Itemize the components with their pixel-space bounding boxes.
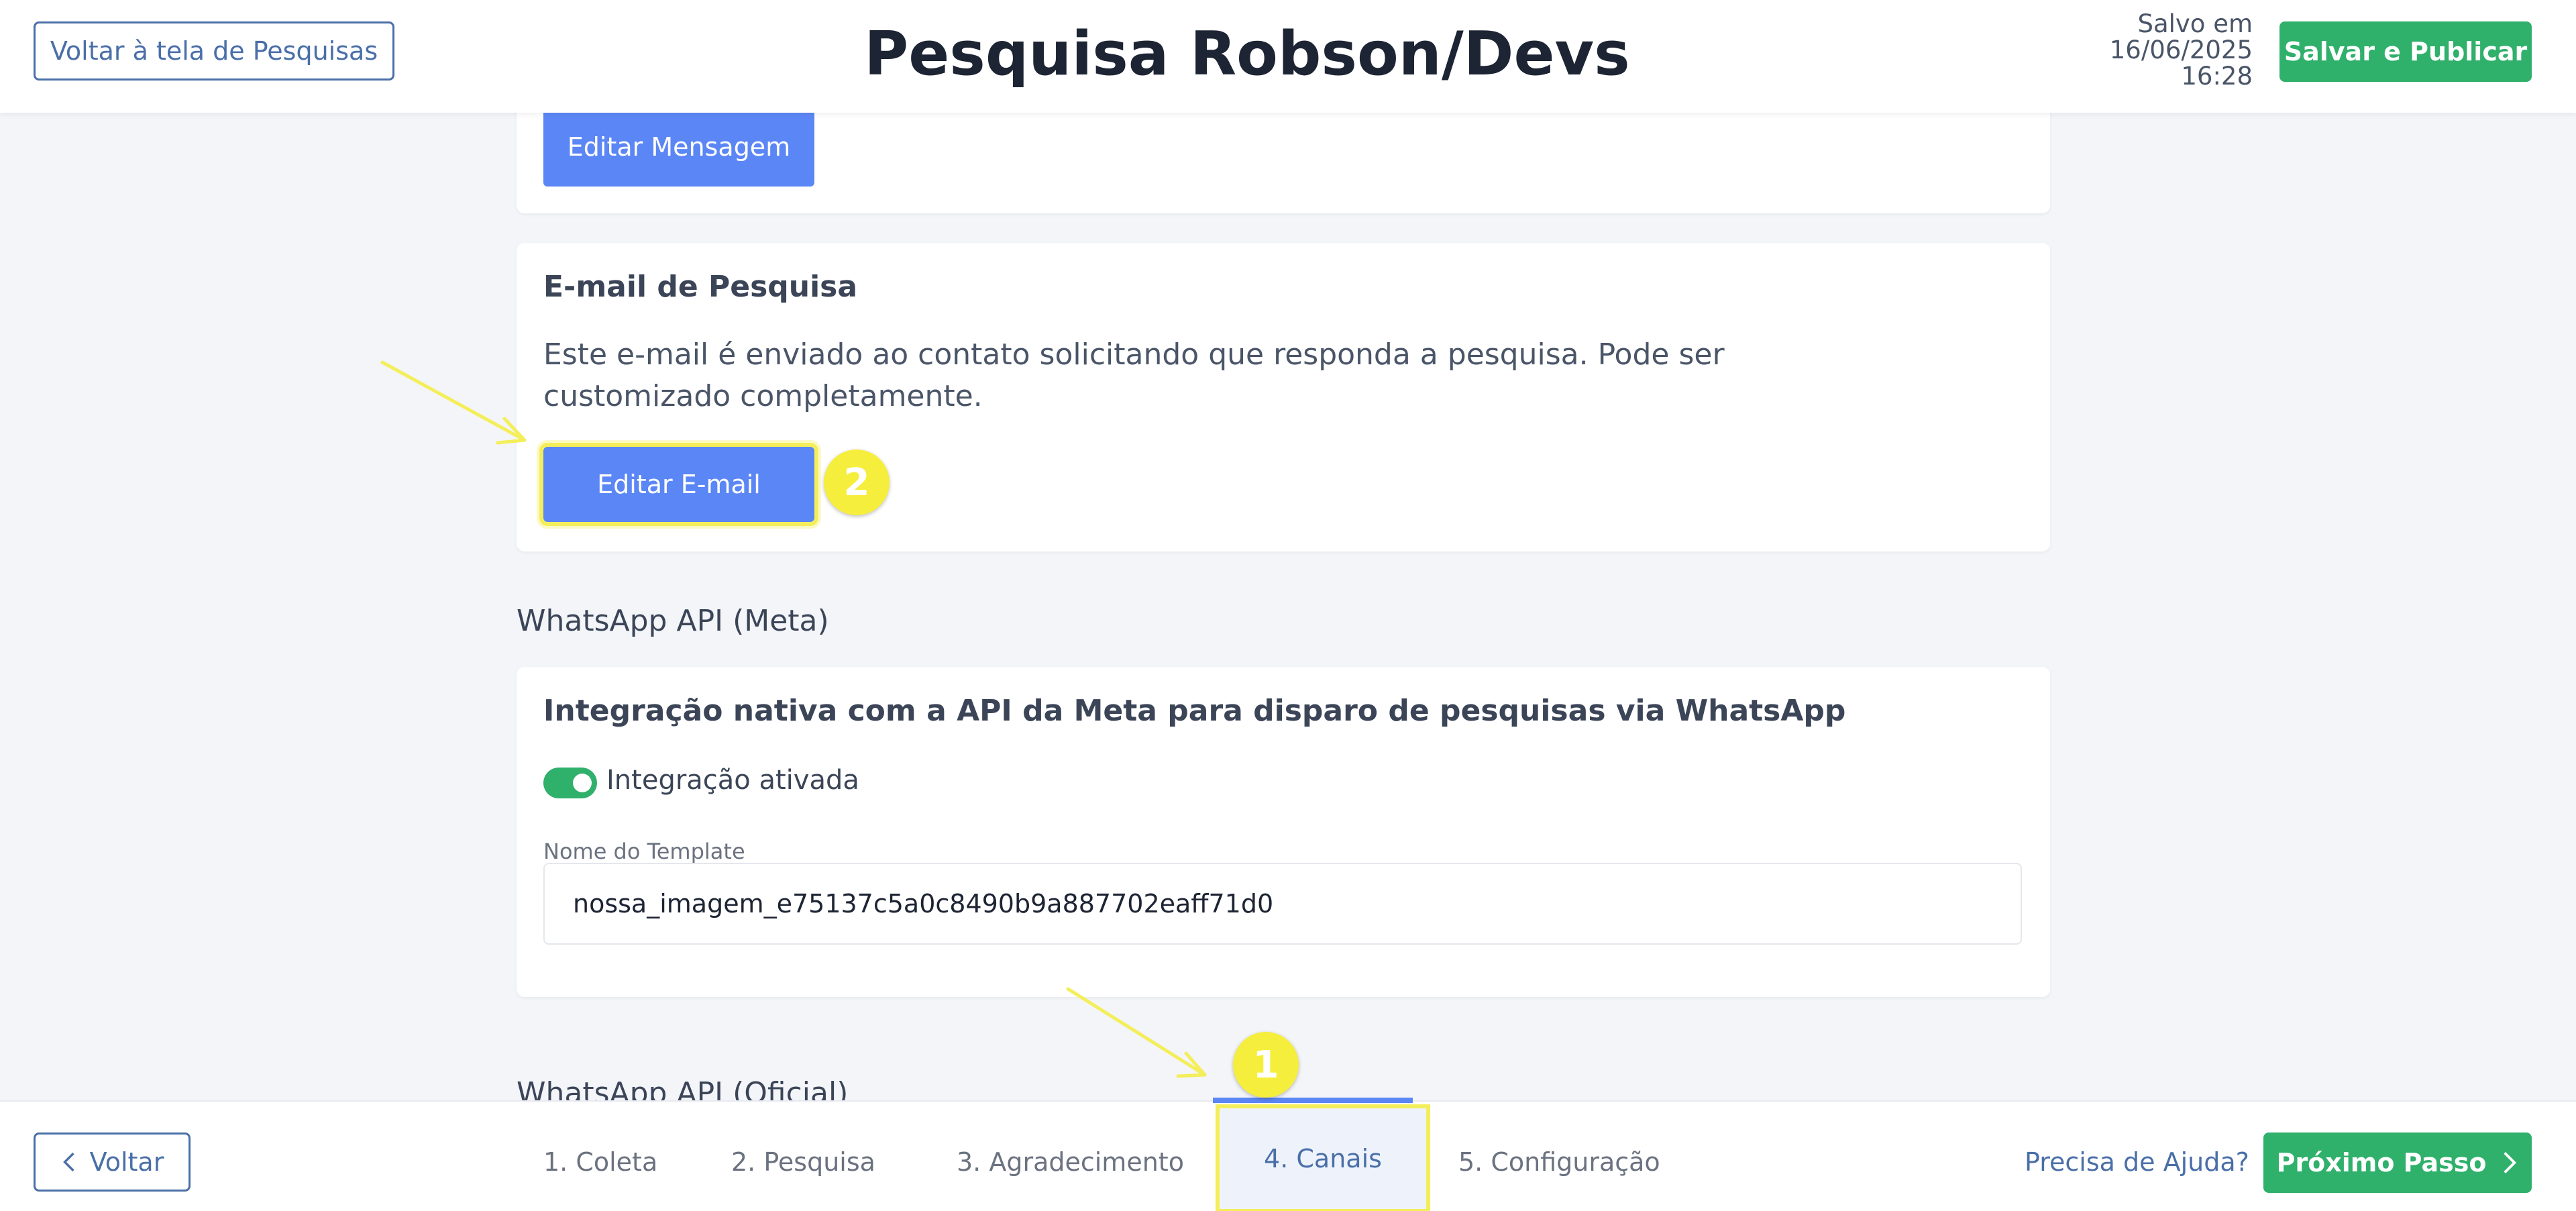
template-name-label: Nome do Template [543,839,745,864]
saved-label: Salvo em [2137,9,2253,38]
scrollbar[interactable] [2564,113,2576,1100]
annotation-marker-1: 1 [1233,1032,1299,1098]
step-agradecimento[interactable]: 3. Agradecimento [957,1147,1184,1177]
bottom-bar: Voltar 1. Coleta 2. Pesquisa 3. Agradeci… [0,1100,2576,1211]
help-link[interactable]: Precisa de Ajuda? [2025,1147,2249,1177]
step-canais-label: 4. Canais [1264,1144,1382,1173]
edit-message-button[interactable]: Editar Mensagem [543,107,814,187]
save-and-publish-label: Salvar e Publicar [2284,37,2528,66]
step-coleta[interactable]: 1. Coleta [543,1147,657,1177]
toggle-knob [573,774,592,792]
saved-time: 16:28 [2181,62,2253,91]
title-area: Pesquisa Robson/Devs [864,13,1637,94]
saved-date: 16/06/2025 [2109,36,2253,64]
integration-toggle-label: Integração ativada [606,765,859,796]
integration-toggle[interactable] [543,768,597,798]
active-step-indicator [1213,1098,1413,1103]
chevron-right-icon [2504,1152,2517,1173]
email-card-description: Este e-mail é enviado ao contato solicit… [543,337,1725,413]
step-pesquisa[interactable]: 2. Pesquisa [731,1147,875,1177]
save-and-publish-button[interactable]: Salvar e Publicar [2279,21,2532,82]
edit-message-label: Editar Mensagem [567,132,791,162]
email-card: E-mail de Pesquisa Este e-mail é enviado… [517,243,2050,551]
top-bar: Voltar à tela de Pesquisas Pesquisa Robs… [0,0,2576,113]
saved-timestamp: Salvo em 16/06/2025 16:28 [2092,11,2253,89]
step-canais[interactable]: 4. Canais [1216,1104,1430,1211]
back-to-surveys-button[interactable]: Voltar à tela de Pesquisas [34,21,394,81]
whatsapp-meta-card: Integração nativa com a API da Meta para… [517,667,2050,997]
chevron-left-icon [62,1152,74,1172]
next-step-label: Próximo Passo [2276,1148,2487,1177]
whatsapp-meta-heading: Integração nativa com a API da Meta para… [543,694,1846,728]
template-name-input[interactable] [543,863,2022,945]
step-configuracao[interactable]: 5. Configuração [1458,1147,1660,1177]
back-label: Voltar [89,1147,164,1177]
email-card-heading: E-mail de Pesquisa [543,270,858,304]
back-to-surveys-label: Voltar à tela de Pesquisas [50,36,378,66]
arrow-to-edit-email [380,360,527,445]
arrow-to-canais-tab [1066,987,1207,1078]
next-step-button[interactable]: Próximo Passo [2263,1133,2532,1193]
whatsapp-meta-section-title: WhatsApp API (Meta) [517,604,829,638]
page-title: Pesquisa Robson/Devs [864,18,1630,89]
annotation-marker-2: 2 [824,450,890,515]
edit-email-button[interactable]: Editar E-mail [539,443,818,526]
back-button[interactable]: Voltar [34,1133,191,1192]
edit-email-label: Editar E-mail [597,470,761,499]
